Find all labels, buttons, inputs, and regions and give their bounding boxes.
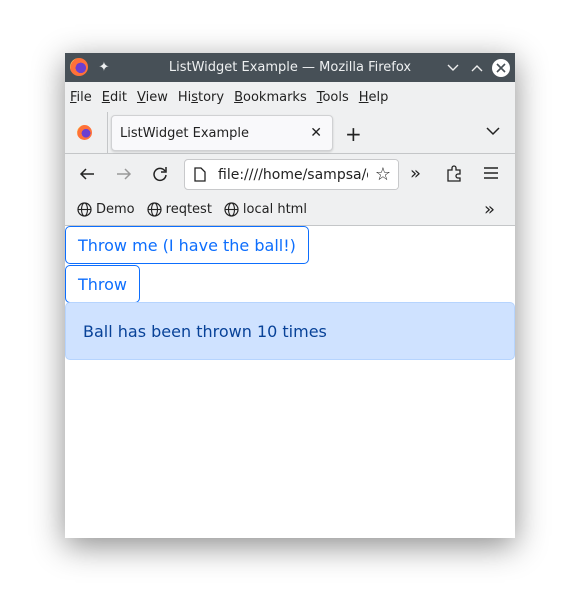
url-text: file:////home/sampsa/q bbox=[218, 166, 376, 183]
list-tabs-chevron-down-icon[interactable] bbox=[486, 127, 500, 136]
bookmark-item[interactable]: local html bbox=[224, 202, 307, 217]
new-tab-button[interactable]: + bbox=[345, 122, 362, 146]
forward-button[interactable] bbox=[116, 166, 132, 182]
maximize-button[interactable] bbox=[466, 53, 488, 82]
globe-icon bbox=[224, 202, 239, 217]
bookmarks-toolbar: Demo reqtest local html » bbox=[65, 194, 515, 226]
bookmark-item[interactable]: reqtest bbox=[147, 202, 212, 217]
globe-icon bbox=[147, 202, 162, 217]
browser-window: ✦ ListWidget Example — Mozilla Firefox F… bbox=[65, 53, 515, 538]
hamburger-menu-icon[interactable] bbox=[484, 167, 498, 179]
menu-tools[interactable]: Tools bbox=[317, 90, 349, 105]
menu-bookmarks[interactable]: Bookmarks bbox=[234, 90, 307, 105]
title-bar: ✦ ListWidget Example — Mozilla Firefox bbox=[65, 53, 515, 82]
close-window-button[interactable] bbox=[490, 53, 512, 82]
bookmark-star-icon[interactable]: ☆ bbox=[368, 160, 398, 189]
overflow-chevrons-icon[interactable]: » bbox=[410, 163, 421, 184]
throw-me-button[interactable]: Throw me (I have the ball!) bbox=[65, 226, 309, 264]
close-tab-icon[interactable]: ✕ bbox=[310, 125, 322, 141]
menu-file[interactable]: File bbox=[70, 90, 92, 105]
back-button[interactable] bbox=[79, 166, 95, 182]
navigation-bar: file:////home/sampsa/q ☆ » bbox=[65, 154, 515, 194]
page-icon bbox=[194, 167, 206, 186]
url-bar[interactable]: file:////home/sampsa/q ☆ bbox=[184, 159, 399, 190]
globe-icon bbox=[77, 202, 92, 217]
reload-button[interactable] bbox=[152, 166, 168, 182]
menu-history[interactable]: History bbox=[178, 90, 224, 105]
bookmark-label: reqtest bbox=[165, 202, 212, 217]
menu-bar: File Edit View History Bookmarks Tools Help bbox=[65, 82, 515, 112]
extensions-puzzle-icon[interactable] bbox=[446, 165, 463, 182]
throw-button[interactable]: Throw bbox=[65, 265, 141, 303]
firefox-view-icon[interactable] bbox=[77, 125, 92, 140]
tab-listwidget-example[interactable]: ListWidget Example ✕ bbox=[111, 115, 333, 151]
minimize-button[interactable] bbox=[442, 53, 464, 82]
tab-title: ListWidget Example bbox=[120, 125, 250, 141]
tab-bar: ListWidget Example ✕ + bbox=[65, 112, 515, 154]
bookmark-item[interactable]: Demo bbox=[77, 202, 135, 217]
throw-count-alert: Ball has been thrown 10 times bbox=[65, 302, 515, 360]
bookmarks-overflow-chevrons-icon[interactable]: » bbox=[484, 199, 495, 220]
menu-edit[interactable]: Edit bbox=[102, 90, 127, 105]
menu-help[interactable]: Help bbox=[359, 90, 389, 105]
menu-view[interactable]: View bbox=[137, 90, 168, 105]
bookmark-label: Demo bbox=[96, 202, 135, 217]
bookmark-label: local html bbox=[242, 202, 307, 217]
